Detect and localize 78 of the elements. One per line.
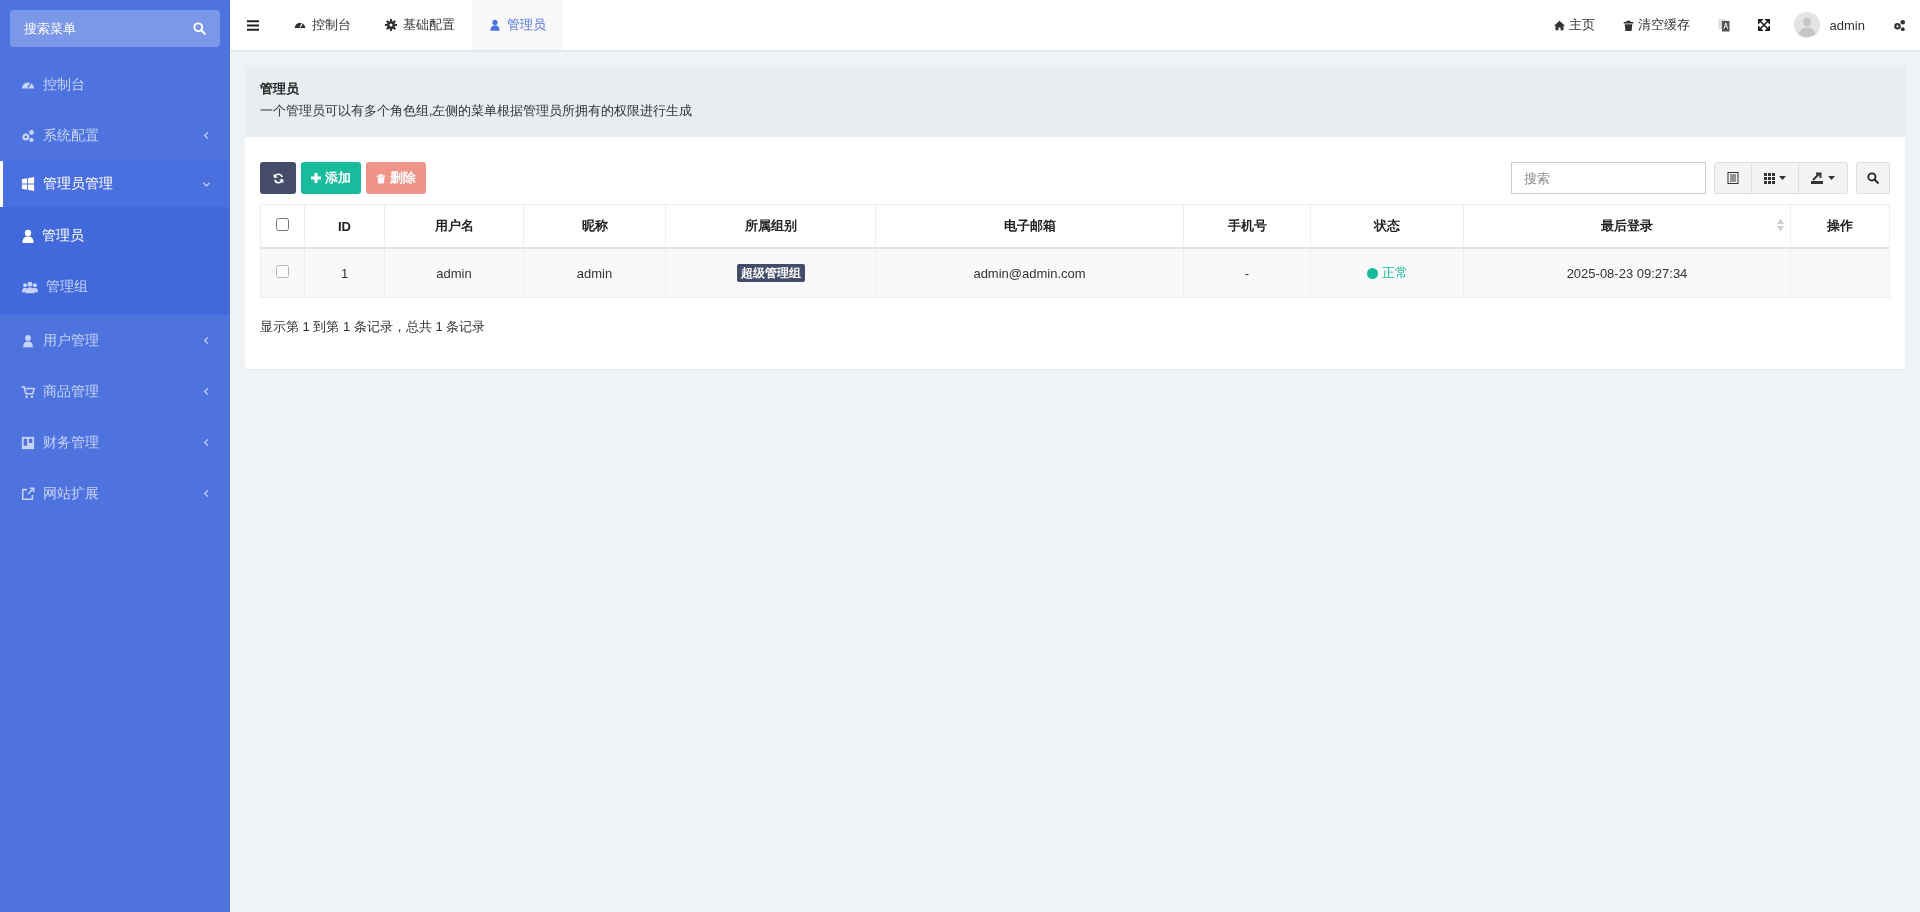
fullscreen-icon[interactable] [1757, 19, 1770, 31]
menu-search-field[interactable]: 搜索菜单 [10, 10, 220, 47]
sidebar-subitem-label: 管理员 [42, 226, 85, 245]
grid-icon [1764, 172, 1775, 184]
user-icon [22, 228, 34, 243]
columns-button[interactable] [1751, 162, 1799, 194]
external-link-icon [21, 486, 35, 501]
table-cell: - [1244, 265, 1250, 281]
home-icon [1553, 19, 1565, 31]
sidebar-item-label: 管理员管理 [43, 175, 114, 193]
refresh-button[interactable] [260, 162, 296, 194]
table-search-field[interactable]: 搜索 [1511, 162, 1706, 194]
sidebar-subitem[interactable]: 管理组 [0, 261, 230, 312]
sidebar-item-label: 商品管理 [43, 382, 100, 401]
list-icon [1727, 172, 1739, 184]
sidebar-item-label: 用户管理 [43, 331, 100, 350]
home-link[interactable]: 主页 [1539, 16, 1609, 34]
trash-icon [376, 172, 386, 184]
chevron-left-icon [202, 336, 211, 345]
export-button[interactable] [1798, 162, 1848, 194]
windows-icon [21, 177, 35, 191]
table-cell: admin [576, 265, 613, 281]
table-cell: admin [436, 265, 472, 281]
row-checkbox[interactable] [276, 265, 289, 278]
sidebar-item[interactable]: 控制台 [0, 59, 230, 110]
refresh-icon [272, 172, 284, 184]
sidebar-item[interactable]: 管理员管理 [0, 161, 230, 207]
search-icon [193, 22, 206, 35]
plus-icon [311, 173, 321, 183]
sidebar-item-label: 系统配置 [43, 126, 100, 145]
menu-icon[interactable] [247, 19, 259, 31]
sidebar-item-label: 控制台 [43, 75, 86, 94]
translate-icon[interactable] [1717, 18, 1730, 32]
group-tag: 超级管理组 [736, 263, 805, 282]
sidebar-item[interactable]: 系统配置 [0, 110, 230, 161]
cart-icon [21, 384, 35, 399]
settings-icon[interactable] [1893, 18, 1906, 32]
add-button[interactable]: 添加 [301, 162, 361, 194]
avatar-icon [1793, 12, 1820, 38]
sidebar-item[interactable]: 商品管理 [0, 366, 230, 417]
nav-tab[interactable]: 基础配置 [368, 0, 472, 50]
sidebar-subitem[interactable]: 管理员 [0, 210, 230, 261]
table-cell: admin@admin.com [973, 265, 1086, 281]
caret-icon [1828, 176, 1835, 180]
nav-tab[interactable]: 控制台 [277, 0, 368, 50]
chevron-left-icon [202, 438, 211, 447]
toggle-view-button[interactable] [1714, 162, 1752, 194]
sidebar-item-label: 财务管理 [43, 433, 100, 452]
users-icon [22, 279, 38, 294]
chevron-left-icon [202, 489, 211, 498]
board-icon [21, 435, 35, 450]
sidebar-item[interactable]: 用户管理 [0, 315, 230, 366]
status-label: 正常 [1381, 264, 1408, 282]
chevron-left-icon [202, 387, 211, 396]
nav-tab[interactable]: 管理员 [472, 0, 563, 50]
gear-icon [385, 19, 397, 31]
sidebar-item[interactable]: 网站扩展 [0, 468, 230, 519]
user-icon [21, 333, 35, 348]
sidebar-item-label: 网站扩展 [43, 484, 100, 503]
clear-cache-link[interactable]: 清空缓存 [1608, 16, 1704, 34]
caret-icon [1779, 176, 1786, 180]
table-cell: 2025-08-23 09:27:34 [1566, 265, 1688, 281]
trash-icon [1622, 19, 1634, 31]
search-button[interactable] [1856, 162, 1890, 194]
sort-icon [1777, 219, 1784, 231]
sidebar-item[interactable]: 财务管理 [0, 417, 230, 468]
page-title: 管理员 [260, 81, 300, 98]
select-all-checkbox[interactable] [276, 218, 289, 231]
gears-icon [21, 128, 35, 143]
sidebar-subitem-label: 管理组 [46, 277, 89, 296]
pagination-info: 显示第 1 到第 1 条记录，总共 1 条记录 [260, 318, 487, 336]
search-icon [1867, 172, 1879, 184]
page-description: 一个管理员可以有多个角色组,左侧的菜单根据管理员所拥有的权限进行生成 [260, 103, 694, 120]
table-cell: 1 [340, 265, 349, 281]
export-icon [1811, 172, 1824, 184]
user-name[interactable]: admin [1829, 17, 1865, 33]
chevron-left-icon [202, 131, 211, 140]
user-icon [489, 19, 501, 31]
